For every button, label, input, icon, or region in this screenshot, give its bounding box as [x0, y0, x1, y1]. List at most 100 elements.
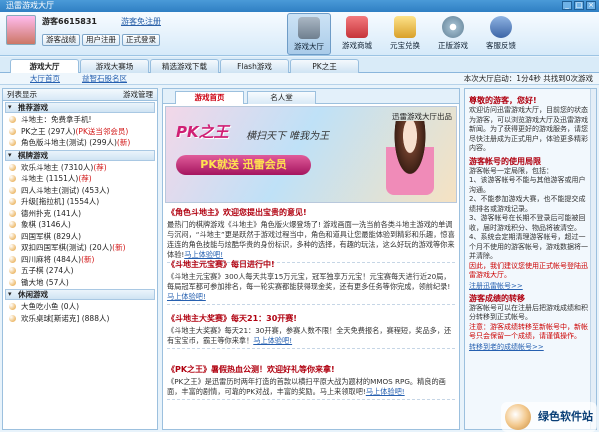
news-more-link[interactable]: 马上体验吧!	[253, 336, 292, 345]
game-list-item[interactable]: 四国军棋 (829人)	[3, 231, 157, 243]
toolbar-yuanbao[interactable]: 元宝兑换	[383, 13, 427, 55]
toolbar-game-hall[interactable]: 游戏大厅	[287, 13, 331, 55]
register-link[interactable]: 游客免注册	[121, 16, 161, 27]
divider	[167, 399, 455, 400]
promo-banner[interactable]: PK之王 横扫天下 唯我为王 PK就送 迅雷会员 迅雷游戏大厅出品	[165, 106, 457, 203]
info-link[interactable]: 转移到老的成绩帐号>>	[469, 342, 592, 352]
game-name: 欢乐斗地主 (7310人)	[21, 162, 94, 172]
game-name: 斗地主：免费拿手机!	[21, 115, 92, 124]
info-heading: 游客成绩的转移	[469, 293, 525, 303]
news-more-link[interactable]: 马上体验吧!	[184, 250, 223, 259]
game-list-item[interactable]: 大鱼吃小鱼 (0人)	[3, 301, 157, 313]
info-paragraph: 1、该游客帐号不能与其他游客或用户沟通。	[469, 176, 586, 194]
game-icon	[9, 232, 16, 240]
game-list-item[interactable]: 斗地主：免费拿手机!	[3, 114, 157, 126]
toolbar-game-store[interactable]: 游戏商城	[335, 13, 379, 55]
app-window: 迅雷游戏大厅 _ □ × 游客6615831 游客免注册 游客战绩 用户注册 正…	[0, 0, 599, 432]
game-list-item[interactable]: PK之王 (297人)(PK送当邻会员)	[3, 126, 157, 138]
info-scrollbar[interactable]	[590, 89, 596, 429]
game-name: 象棋 (3146人)	[21, 220, 71, 229]
game-name: 升级[拖拉机] (1554人)	[21, 197, 100, 206]
category-header[interactable]: 休闲游戏	[5, 289, 155, 300]
bag-icon	[346, 16, 368, 38]
info-paragraph: 因此，我们建议您使用正式帐号登陆迅雷游戏大厅。	[469, 261, 588, 280]
disc-icon	[442, 16, 464, 38]
news-item: 《斗地主大奖赛》每天21：30开赛! 《斗地主大奖赛》每天21：30开赛，参赛人数…	[167, 313, 455, 349]
news-item: 《角色斗地主》欢迎您提出宝贵的意见! 最热门的棋牌游戏《斗地主》角色版火爆登场了!…	[167, 207, 455, 263]
category-header[interactable]: 推荐游戏	[5, 102, 155, 113]
tab-downloads[interactable]: 精选游戏下载	[150, 59, 219, 73]
crumb-home[interactable]: 大厅首页	[30, 73, 60, 84]
content-tabs: 游戏首页 名人堂	[163, 89, 459, 104]
tab-flash[interactable]: Flash游戏	[220, 59, 289, 73]
game-list-item[interactable]: 五子棋 (274人)	[3, 265, 157, 277]
login-button[interactable]: 正式登录	[122, 34, 160, 46]
news-body: 《PK之王》是迅雷历时两年打造的首款以横扫平原大战为题材的MMOS RPG。精良…	[167, 377, 455, 397]
news-item: 《斗地主元宝赛》每日进行中! 《斗地主元宝赛》300人每天共享15万元宝，冠军独享…	[167, 259, 455, 305]
toolbar-support[interactable]: 客服反馈	[479, 13, 523, 55]
game-icon	[9, 163, 16, 171]
news-body: 《斗地主大奖赛》每天21：30开赛，参赛人数不限！全天免费报名，赛程短，奖品多，…	[167, 326, 455, 346]
game-list-item[interactable]: 斗地主 (1151人)(荐)	[3, 173, 157, 185]
guest-stats-button[interactable]: 游客战绩	[42, 34, 80, 46]
close-button[interactable]: ×	[586, 1, 596, 10]
sidebar-header: 列表显示 游戏管理	[3, 89, 157, 101]
category-header[interactable]: 棋牌游戏	[5, 149, 155, 161]
banner-title: PK之王	[176, 123, 229, 141]
news-title[interactable]: 《斗地主元宝赛》每日进行中!	[167, 259, 455, 272]
user-register-button[interactable]: 用户注册	[82, 34, 120, 46]
game-name: 四国军棋 (829人)	[21, 231, 82, 241]
game-list-item[interactable]: 象棋 (3146人)	[3, 219, 157, 231]
info-panel: 尊敬的游客，您好! 欢迎访问迅雷游戏大厅，目前您的状态为游客，可以浏览游戏大厅及迅…	[464, 88, 597, 430]
game-icon	[9, 244, 16, 251]
info-link[interactable]: 注册迅雷帐号>>	[469, 281, 592, 291]
news-body: 最热门的棋牌游戏《斗地主》角色版火爆登场了! 游戏画面一洗当前各类斗地主游戏的单…	[167, 220, 455, 260]
game-name: 斗地主 (1151人)	[21, 174, 79, 183]
headset-icon	[490, 16, 512, 38]
news-title[interactable]: 《斗地主大奖赛》每天21：30开赛!	[167, 313, 455, 326]
news-title[interactable]: 《PK之王》暑假热血公测！欢迎好礼等你来拿!	[167, 364, 455, 377]
game-list-item[interactable]: 升级[拖拉机] (1554人)	[3, 196, 157, 208]
crumb-zone[interactable]: 益智石股名区	[82, 73, 127, 84]
toolbar-genuine-games[interactable]: 正版游戏	[431, 13, 475, 55]
tab-game-hall[interactable]: 游戏大厅	[10, 59, 79, 73]
news-text: 《斗地主元宝赛》300人每天共享15万元宝，冠军独享万元宝！元宝赛每天进行近20…	[167, 272, 451, 291]
game-icon	[9, 278, 16, 286]
game-list-item[interactable]: 锄大地 (57人)	[3, 277, 157, 289]
username: 游客6615831	[42, 17, 97, 26]
game-list-item[interactable]: 四人斗地主(测试) (453人)	[3, 185, 157, 197]
tab-pk-king[interactable]: PK之王	[290, 59, 359, 73]
game-name: PK之王 (297人)	[21, 126, 76, 136]
news-more-link[interactable]: 马上体验吧!	[167, 292, 206, 301]
game-icon	[9, 127, 16, 135]
news-title[interactable]: 《角色斗地主》欢迎您提出宝贵的意见!	[167, 207, 455, 220]
minimize-button[interactable]: _	[562, 1, 572, 10]
game-list-item[interactable]: 欢乐斗地主 (7310人)(荐)	[3, 162, 157, 174]
game-list-item[interactable]: 角色版斗地主(测试) (299人)(新)	[3, 137, 157, 149]
info-paragraph: 3、游客帐号在长期不登录后可能被回收，届时游戏积分、物品将被清空。	[469, 214, 586, 232]
news-more-link[interactable]: 马上体验吧!	[366, 387, 405, 396]
tab-home[interactable]: 游戏首页	[175, 91, 244, 104]
main-panel: 游戏首页 名人堂 PK之王 横扫天下 唯我为王 PK就送 迅雷会员 迅雷游戏大厅…	[162, 88, 460, 430]
game-name: 欢乐桌球[斯诺克] (888人)	[21, 313, 110, 323]
game-list-item[interactable]: 欢乐桌球[斯诺克] (888人)	[3, 313, 157, 325]
maximize-button[interactable]: □	[574, 1, 584, 10]
news-body: 《斗地主元宝赛》300人每天共享15万元宝，冠军独享万元宝！元宝赛每天进行近20…	[167, 272, 455, 302]
game-tree: 推荐游戏斗地主：免费拿手机! PK之王 (297人)(PK送当邻会员)角色版斗地主…	[3, 102, 157, 324]
list-view-toggle[interactable]: 列表显示	[7, 89, 37, 100]
game-tag: (荐)	[78, 174, 92, 183]
game-manage-button[interactable]: 游戏管理	[123, 89, 153, 100]
divider	[167, 304, 455, 305]
news-item: 《PK之王》暑假热血公测！欢迎好礼等你来拿! 《PK之王》是迅雷历时两年打造的首款…	[167, 364, 455, 400]
game-icon	[9, 186, 16, 194]
info-paragraph: 游客帐号可以在注册后把游戏成绩和积分转移到正式帐号。	[469, 303, 588, 322]
avatar[interactable]	[6, 15, 36, 45]
game-list-item[interactable]: 双扣四国军棋(测试) (20人)(新)	[3, 242, 157, 254]
game-list-item[interactable]: 四川麻将 (484人)(新)	[3, 254, 157, 266]
tab-hall-of-fame[interactable]: 名人堂	[247, 91, 316, 104]
game-list-item[interactable]: 德州扑克 (141人)	[3, 208, 157, 220]
info-heading: 尊敬的游客，您好!	[469, 96, 537, 105]
game-name: 双扣四国军棋(测试) (20人)	[21, 243, 113, 252]
info-heading: 游客帐号的使用局限	[469, 156, 541, 166]
tab-tournament[interactable]: 游戏大赛场	[80, 59, 149, 73]
